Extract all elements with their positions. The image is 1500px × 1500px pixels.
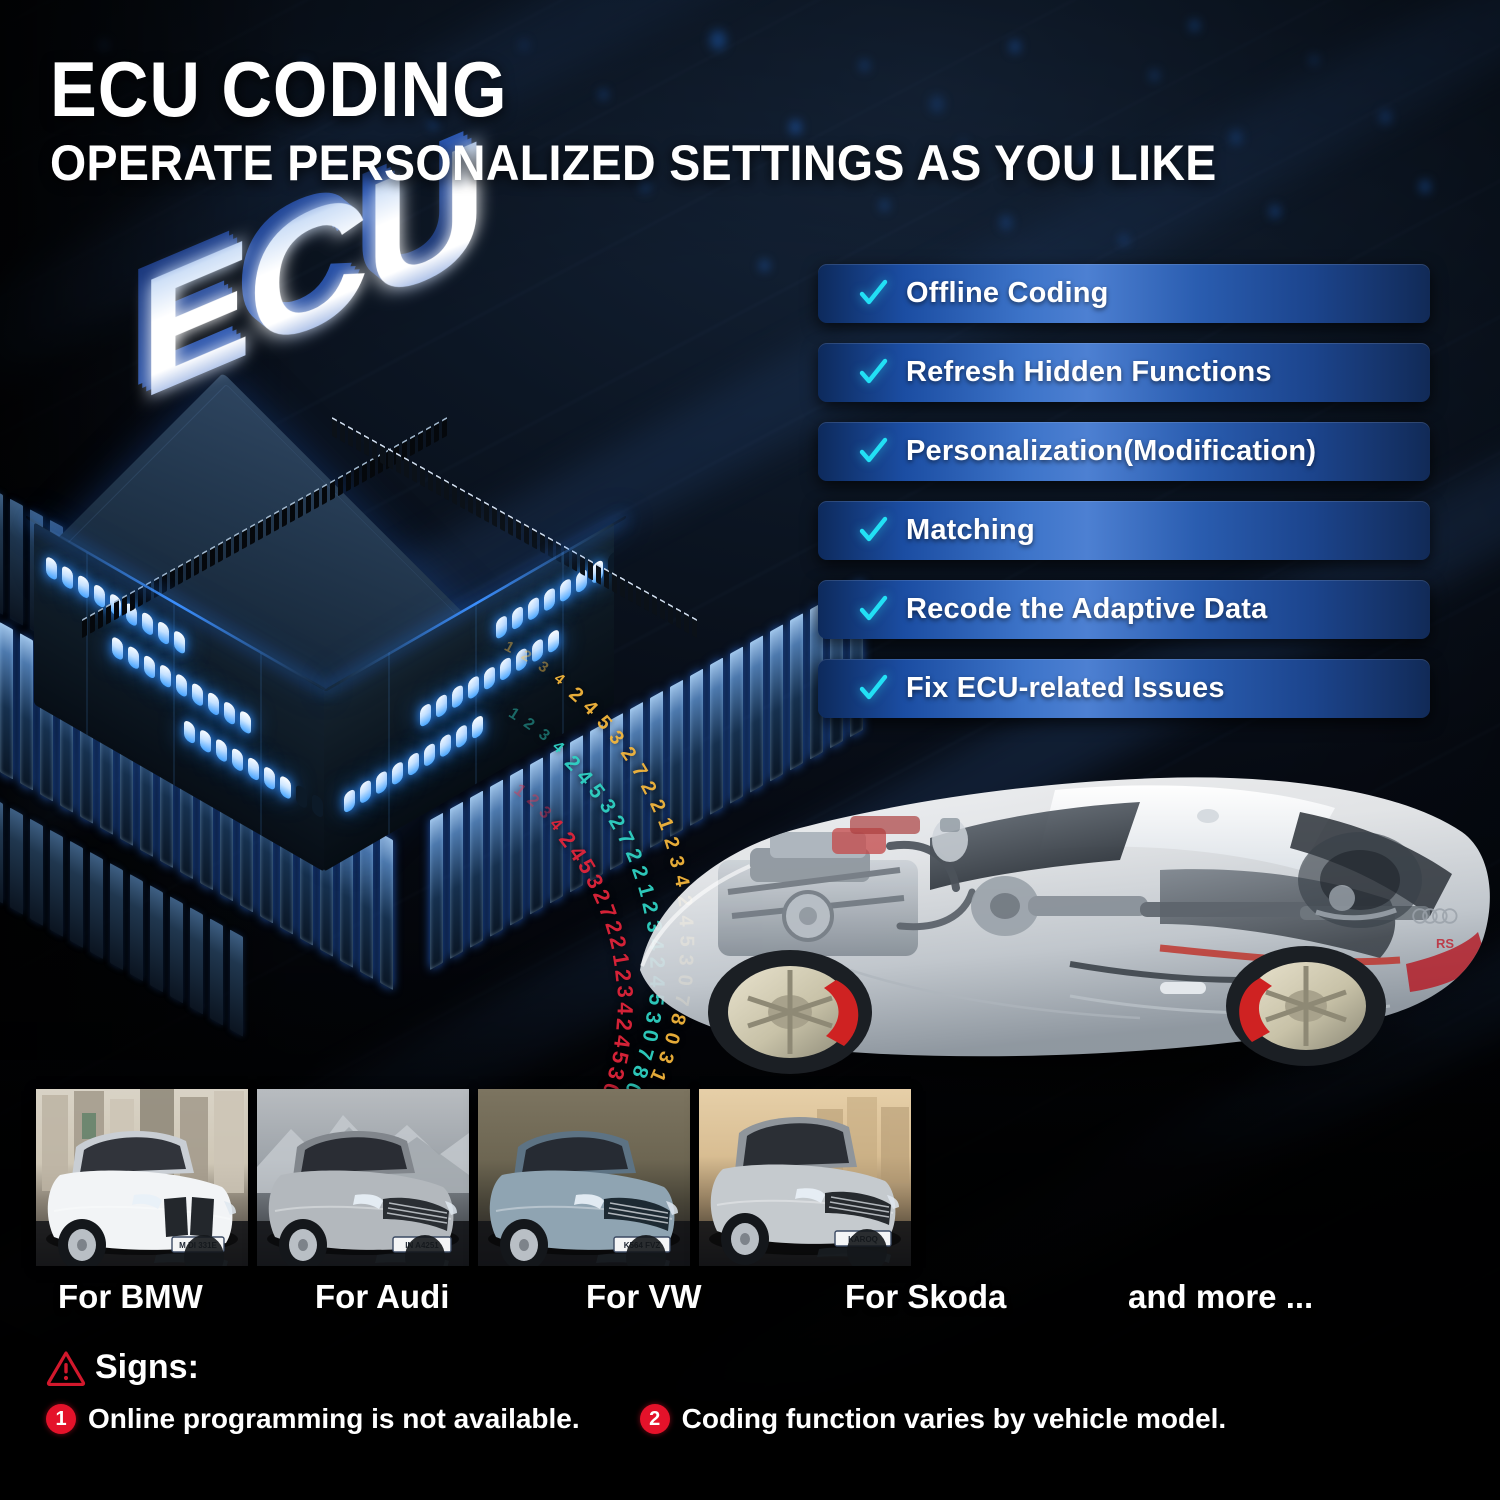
brand-thumbnail[interactable]: K564 FVZ (478, 1089, 690, 1266)
rear-assembly (1298, 832, 1422, 928)
feature-bar[interactable]: Recode the Adaptive Data (818, 580, 1430, 639)
sign-number-badge: 2 (640, 1404, 670, 1434)
brand-label: For Audi (315, 1278, 449, 1315)
page-title: ECU CODING (50, 54, 1179, 126)
headline-block: ECU CODING OPERATE PERSONALIZED SETTINGS… (50, 54, 1305, 188)
check-icon (858, 358, 888, 388)
chip-right-leds-row1 (344, 714, 483, 814)
rs-badge: RS (1436, 936, 1454, 951)
sign-number-badge: 1 (46, 1404, 76, 1434)
sign-note: 1 Online programming is not available. (46, 1403, 580, 1435)
roof-antenna (1197, 809, 1219, 823)
brand-label: For Skoda (845, 1278, 1006, 1315)
feature-label: Fix ECU-related Issues (906, 672, 1225, 705)
feature-bar[interactable]: Personalization(Modification) (818, 422, 1430, 481)
front-wheel (708, 950, 872, 1074)
sign-note: 2 Coding function varies by vehicle model… (640, 1403, 1227, 1435)
brand-thumbnail-strip: M DI 331EIN A4251K564 FVZKAROQ (36, 1089, 911, 1266)
feature-label: Personalization(Modification) (906, 435, 1316, 468)
door-handle (1160, 982, 1206, 994)
brand-label-row: For BMW For Audi For VW For Skoda and more .… (36, 1278, 1313, 1316)
check-icon (858, 437, 888, 467)
ecu-3d-wordmark: ECU ECU ECU ECU (140, 280, 610, 570)
brand-label: For BMW (58, 1278, 203, 1315)
warning-triangle-icon (46, 1350, 86, 1386)
page-subtitle: OPERATE PERSONALIZED SETTINGS AS YOU LIK… (50, 138, 1217, 188)
rear-wheel (1226, 946, 1386, 1066)
check-icon (858, 595, 888, 625)
signs-section: Signs: 1 Online programming is not availa… (46, 1348, 1226, 1435)
feature-label: Offline Coding (906, 277, 1109, 310)
check-icon (858, 674, 888, 704)
signs-notes: 1 Online programming is not available. 2 Co… (46, 1403, 1226, 1435)
and-more-label: and more ... (1128, 1278, 1313, 1315)
feature-bar[interactable]: Matching (818, 501, 1430, 560)
sign-text: Coding function varies by vehicle model. (682, 1403, 1227, 1435)
brand-label: For VW (586, 1278, 701, 1315)
feature-bar[interactable]: Fix ECU-related Issues (818, 659, 1430, 718)
brand-thumbnail[interactable]: KAROQ (699, 1089, 911, 1266)
brand-thumbnail[interactable]: M DI 331E (36, 1089, 248, 1266)
feature-label: Recode the Adaptive Data (906, 593, 1267, 626)
feature-bar[interactable]: Offline Coding (818, 264, 1430, 323)
feature-label: Matching (906, 514, 1035, 547)
ecu-coding-poster: ECU ECU ECU ECU 123424532722123424530780… (0, 0, 1500, 1500)
feature-label: Refresh Hidden Functions (906, 356, 1272, 389)
feature-list: Offline Coding Refresh Hidden Functions Pe… (818, 264, 1430, 738)
check-icon (858, 516, 888, 546)
signs-title: Signs: (95, 1348, 199, 1387)
vehicle-cutaway-illustration: RS (600, 720, 1500, 1120)
feature-bar[interactable]: Refresh Hidden Functions (818, 343, 1430, 402)
check-icon (858, 279, 888, 309)
brand-thumbnail[interactable]: IN A4251 (257, 1089, 469, 1266)
sign-text: Online programming is not available. (88, 1403, 580, 1435)
